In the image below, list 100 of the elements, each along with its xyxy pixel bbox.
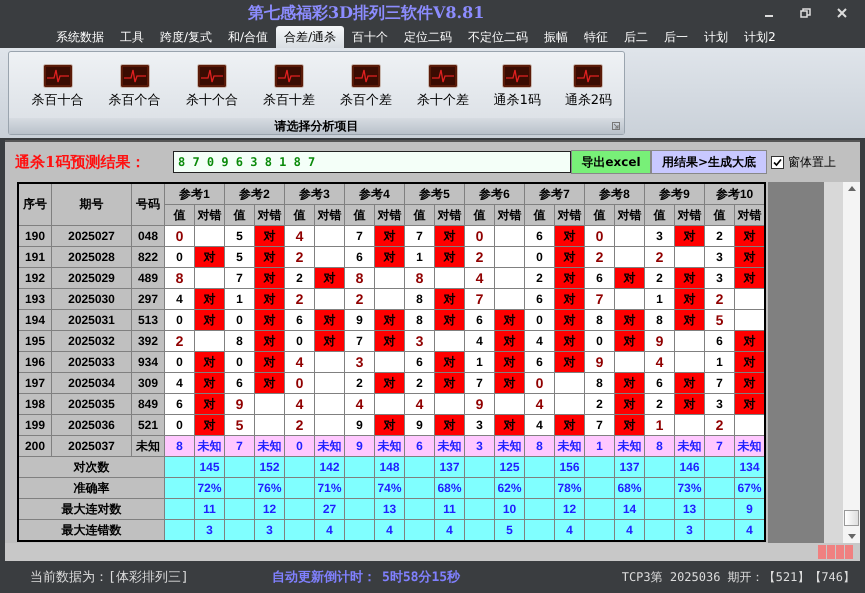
table-cell: 513 — [132, 310, 164, 330]
export-excel-button[interactable]: 导出excel — [571, 150, 651, 174]
table-cell: 849 — [132, 394, 164, 414]
table-cell: 0 — [164, 352, 194, 372]
table-cell: 148 — [374, 456, 404, 478]
toolbar-item-label[interactable]: 通杀1码 — [494, 91, 541, 109]
table-cell — [434, 330, 464, 352]
table-cell: 134 — [734, 456, 765, 478]
table-cell — [314, 372, 344, 394]
menu-tab[interactable]: 计划 — [696, 26, 736, 48]
toolbar-item-label[interactable]: 杀百个差 — [340, 91, 392, 109]
heartbeat-monitor-icon[interactable] — [196, 64, 227, 88]
table-cell: 4 — [614, 520, 644, 541]
data-source-text: 当前数据为：[体彩排列三] — [30, 569, 190, 586]
menu-tab[interactable]: 百十个 — [344, 26, 396, 48]
table-cell: 190 — [18, 226, 52, 246]
column-header: 参考6 — [464, 183, 524, 204]
table-cell: 对 — [494, 352, 524, 372]
table-cell: 156 — [554, 456, 584, 478]
table-cell: 8 — [404, 268, 434, 288]
table-cell: 2 — [644, 246, 674, 268]
table-cell: 4 — [284, 352, 314, 372]
table-cell: 9 — [644, 330, 674, 352]
menu-tab[interactable]: 特征 — [576, 26, 616, 48]
table-cell: 192 — [18, 268, 52, 288]
menu-tab[interactable]: 工具 — [112, 26, 152, 48]
menu-tab[interactable]: 和/合值 — [220, 26, 276, 48]
table-cell: 对 — [194, 288, 224, 310]
table-cell: 392 — [132, 330, 164, 352]
menu-tab[interactable]: 后二 — [616, 26, 656, 48]
stay-on-top-checkbox[interactable] — [771, 156, 784, 168]
table-cell: 5 — [494, 520, 524, 541]
table-cell — [434, 268, 464, 288]
table-cell — [614, 352, 644, 372]
heartbeat-monitor-icon[interactable] — [274, 64, 304, 88]
toolbar-item-label[interactable]: 杀十个差 — [417, 91, 470, 109]
prediction-field[interactable]: 8 7 0 9 6 3 8 1 8 7 — [173, 151, 571, 173]
scrollbar-thumb[interactable] — [844, 510, 859, 526]
table-cell: 未知 — [494, 436, 524, 456]
column-header: 期号 — [52, 183, 132, 226]
column-header: 参考7 — [524, 183, 584, 204]
toolbar-item-label[interactable]: 杀百十差 — [262, 91, 315, 109]
menu-tab[interactable]: 振幅 — [536, 26, 576, 48]
table-cell: 2025028 — [52, 246, 132, 268]
table-cell: 8 — [584, 310, 614, 330]
restore-icon[interactable] — [800, 8, 811, 18]
table-cell: 对 — [314, 330, 344, 352]
table-cell: 7 — [464, 372, 494, 394]
heartbeat-monitor-icon[interactable] — [350, 64, 381, 88]
table-cell — [374, 394, 404, 414]
generate-button[interactable]: 用结果>生成大底 — [651, 150, 767, 174]
menu-tab[interactable]: 不定位二码 — [460, 26, 536, 48]
scrollbar[interactable] — [843, 182, 860, 543]
toolbar-item-label[interactable]: 通杀2码 — [564, 91, 612, 109]
table-cell: 2025036 — [52, 414, 132, 436]
table-cell: 2 — [524, 268, 554, 288]
table-cell: 297 — [132, 288, 164, 310]
column-header: 对错 — [374, 204, 404, 226]
menu-tab[interactable]: 跨度/复式 — [152, 26, 220, 48]
prediction-label: 通杀1码预测结果： — [15, 152, 146, 172]
table-cell: 1 — [404, 246, 434, 268]
close-icon[interactable] — [837, 8, 847, 18]
column-header: 参考2 — [224, 183, 284, 204]
menu-tab[interactable]: 后一 — [656, 26, 696, 48]
toolbar-item-label[interactable]: 杀百十合 — [32, 91, 84, 109]
table-cell: 6 — [344, 246, 374, 268]
table-cell — [194, 226, 224, 246]
scroll-down-icon[interactable] — [848, 534, 856, 539]
table-cell — [614, 246, 644, 268]
dialog-launcher-icon[interactable] — [612, 122, 620, 130]
heartbeat-monitor-icon[interactable] — [502, 64, 532, 88]
menu-tab[interactable]: 定位二码 — [396, 26, 460, 48]
table-cell: 8 — [164, 436, 194, 456]
table-cell: 对 — [674, 268, 704, 288]
toolbar-item-label[interactable]: 杀百个合 — [108, 91, 161, 109]
heartbeat-monitor-icon[interactable] — [428, 64, 458, 88]
menu-tab[interactable]: 计划2 — [736, 26, 784, 48]
menu-tab[interactable]: 合差/通杀 — [276, 26, 344, 48]
table-cell: 489 — [132, 268, 164, 288]
table-cell: 对 — [734, 330, 765, 352]
scroll-up-icon[interactable] — [848, 186, 856, 191]
table-cell: 对 — [374, 226, 404, 246]
table-cell: 8 — [584, 372, 614, 394]
table-cell: 对 — [254, 352, 284, 372]
heartbeat-monitor-icon[interactable] — [573, 64, 604, 88]
table-cell: 对 — [734, 226, 765, 246]
table-cell: 9 — [224, 394, 254, 414]
table-cell: 8 — [404, 310, 434, 330]
menu-tab[interactable]: 系统数据 — [48, 26, 112, 48]
toolbar-item-label[interactable]: 杀十个合 — [186, 91, 238, 109]
table-cell: 4 — [464, 330, 494, 352]
table-cell: 934 — [132, 352, 164, 372]
column-header: 对错 — [614, 204, 644, 226]
heartbeat-monitor-icon[interactable] — [120, 64, 150, 88]
table-cell: 73% — [674, 478, 704, 498]
table-cell: 未知 — [194, 436, 224, 456]
table-cell: 9 — [734, 498, 765, 520]
table-cell — [674, 330, 704, 352]
heartbeat-monitor-icon[interactable] — [42, 64, 73, 88]
table-cell: 4 — [164, 372, 194, 394]
